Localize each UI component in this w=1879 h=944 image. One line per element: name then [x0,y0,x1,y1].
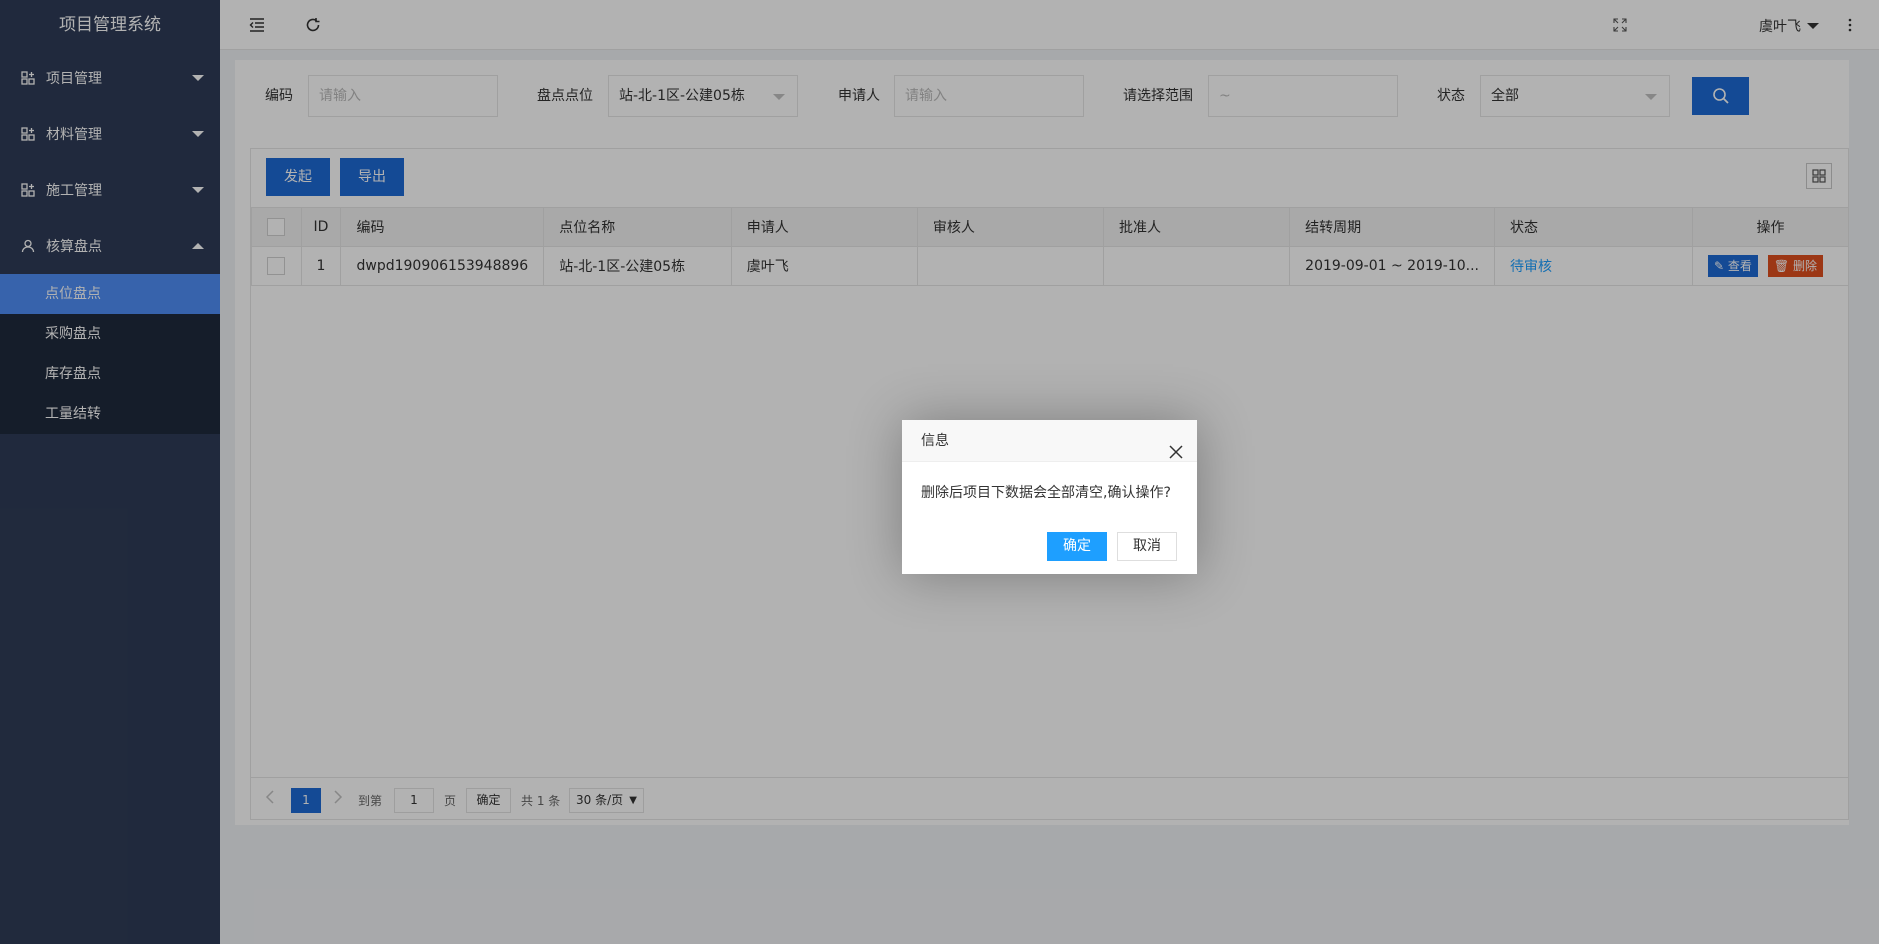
dialog-header: 信息 [902,420,1197,462]
dialog-message: 删除后项目下数据会全部清空,确认操作? [921,485,1171,501]
confirm-dialog: 信息 删除后项目下数据会全部清空,确认操作? 确定 取消 [902,420,1197,574]
dialog-ok-button[interactable]: 确定 [1047,532,1107,561]
dialog-title: 信息 [921,433,949,449]
close-icon[interactable] [1169,434,1183,459]
dialog-cancel-button[interactable]: 取消 [1117,532,1177,561]
